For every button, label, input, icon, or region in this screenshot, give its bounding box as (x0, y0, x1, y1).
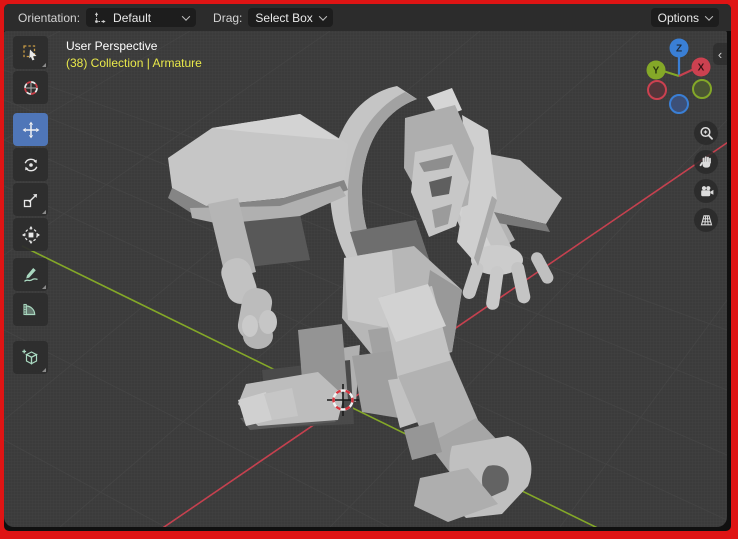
measure-protractor-icon (22, 303, 35, 315)
tool-transform[interactable] (13, 218, 48, 251)
pan-button[interactable] (694, 150, 718, 174)
gizmo-axis-z-negative[interactable] (669, 94, 689, 114)
tool-shelf (13, 36, 48, 376)
blender-window: Orientation: Default Drag: Select Box Op… (4, 4, 731, 531)
gizmo-axis-y-negative[interactable] (692, 79, 712, 99)
drag-mode-value: Select Box (255, 10, 313, 25)
tool-cursor[interactable] (13, 71, 48, 104)
options-label: Options (657, 10, 699, 25)
tool-measure[interactable] (13, 293, 48, 326)
3d-viewport-canvas[interactable] (4, 31, 727, 527)
zoom-button[interactable] (694, 121, 718, 145)
viewport-header: Orientation: Default Drag: Select Box Op… (4, 4, 731, 31)
sidebar-collapse-icon: ‹ (717, 46, 723, 62)
options-dropdown[interactable]: Options (650, 8, 719, 27)
camera-view-button[interactable] (694, 179, 718, 203)
scale-icon (23, 193, 37, 207)
camera-icon (700, 185, 713, 196)
orientation-value: Default (113, 10, 152, 25)
robot-model[interactable] (168, 86, 562, 522)
tool-select-box[interactable] (13, 36, 48, 69)
hand-icon (699, 156, 711, 168)
drag-mode-dropdown[interactable]: Select Box (248, 8, 333, 27)
transform-orientation-icon (94, 11, 106, 23)
rotate-icon (24, 158, 37, 171)
chevron-down-icon (704, 11, 714, 21)
sidebar-collapse-tab[interactable]: ‹ (713, 43, 727, 65)
gizmo-z-label: Z (676, 44, 682, 55)
navigation-gizmo[interactable]: Z Y X (643, 38, 715, 114)
view-name-text: User Perspective (66, 39, 158, 53)
transform-icon (21, 225, 40, 244)
chevron-down-icon (318, 11, 328, 21)
gizmo-y-label: Y (653, 66, 660, 77)
cursor-tool-icon (23, 80, 38, 95)
tool-add-cube[interactable] (13, 341, 48, 374)
toggle-perspective-button[interactable] (694, 208, 718, 232)
move-icon (22, 121, 39, 138)
grid-perspective-icon (700, 214, 712, 225)
gizmo-axis-x-negative[interactable] (647, 80, 667, 100)
tool-move[interactable] (13, 113, 48, 146)
add-cube-icon (21, 349, 38, 365)
tool-annotate[interactable] (13, 258, 48, 291)
context-path-text: (38) Collection | Armature (66, 56, 202, 70)
3d-viewport: User Perspective (38) Collection | Armat… (4, 31, 727, 527)
drag-label: Drag: (213, 10, 243, 25)
orientation-dropdown[interactable]: Default (86, 8, 197, 27)
orientation-label: Orientation: (18, 10, 81, 25)
chevron-down-icon (181, 11, 191, 21)
gizmo-x-label: X (698, 63, 705, 74)
tool-scale[interactable] (13, 183, 48, 216)
select-box-icon (22, 44, 36, 60)
annotate-pencil-icon (23, 267, 38, 282)
tool-rotate[interactable] (13, 148, 48, 181)
magnifier-plus-icon (699, 126, 713, 140)
viewport-overlay-text: User Perspective (38) Collection | Armat… (66, 38, 202, 72)
